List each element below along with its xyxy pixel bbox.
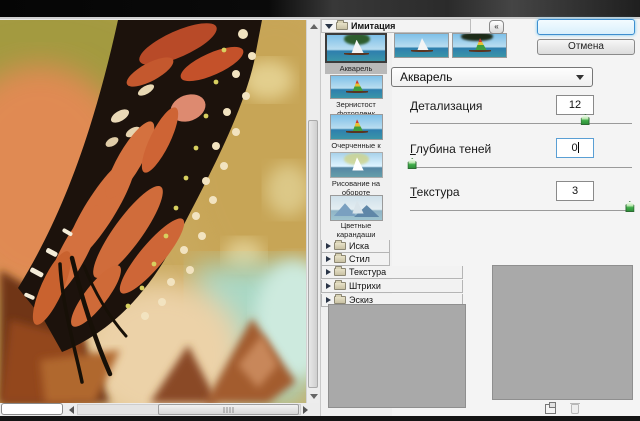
param-value-brush-detail[interactable]: 12 — [556, 95, 594, 115]
scroll-up-arrow-icon[interactable] — [310, 24, 318, 29]
param-label-texture: Текстура — [410, 185, 460, 199]
window-titlebar[interactable] — [0, 0, 640, 19]
folder-icon — [334, 266, 346, 276]
chevron-down-icon — [576, 74, 584, 80]
folder-label: Штрихи — [349, 281, 381, 291]
filter-gallery-dialog: Имитация Акварель Зернистост фотопленк О… — [0, 0, 640, 421]
collapsed-triangle-icon[interactable] — [326, 256, 331, 262]
filter-thumbnail-watercolor[interactable] — [325, 33, 387, 63]
slider-shadow-intensity[interactable] — [407, 158, 632, 169]
collapsed-triangle-icon[interactable] — [326, 243, 331, 249]
folder-icon — [334, 294, 346, 304]
filter-category-header[interactable]: Имитация — [321, 19, 471, 33]
folder-icon — [334, 280, 346, 290]
thumbnail-label: Цветные карандаши — [336, 221, 376, 239]
sailboat-graphic — [352, 200, 364, 214]
scroll-down-arrow-icon[interactable] — [310, 394, 318, 399]
filter-select-value: Акварель — [400, 70, 453, 84]
zoom-percentage-box[interactable] — [1, 403, 63, 415]
sailboat-hull — [410, 49, 434, 52]
vertical-scroll-thumb[interactable] — [308, 120, 318, 388]
filter-select-dropdown[interactable]: Акварель — [391, 67, 593, 87]
filter-thumbnail-3[interactable] — [452, 33, 507, 58]
image-preview[interactable] — [0, 20, 306, 403]
toggle-filter-list-button[interactable]: « — [489, 20, 504, 34]
folder-icon — [334, 253, 346, 263]
thumbnail-art — [460, 34, 493, 41]
filter-thumbnail-poster-edges[interactable] — [330, 114, 383, 140]
folder-label: Стил — [349, 254, 370, 264]
param-value-shadow-intensity[interactable]: 0 — [556, 138, 594, 158]
browser-empty-area — [328, 304, 466, 408]
cancel-button[interactable]: Отмена — [537, 39, 635, 55]
thumbnail-label: Очерченные к — [331, 141, 381, 150]
effect-layers-list[interactable] — [492, 265, 633, 400]
thumbnail-art — [333, 203, 357, 217]
folder-row-stylize[interactable]: Стил — [321, 253, 390, 266]
scroll-right-arrow-icon[interactable] — [303, 406, 308, 414]
slider-brush-detail[interactable] — [410, 114, 632, 125]
folder-icon — [336, 20, 348, 30]
thumbnail-label-selected: Акварель — [325, 63, 387, 74]
sailboat-hull — [344, 52, 369, 55]
bottom-edge — [0, 416, 640, 421]
new-effect-layer-button[interactable] — [545, 402, 556, 414]
collapsed-triangle-icon[interactable] — [326, 283, 331, 289]
folder-label: Иска — [349, 241, 370, 251]
folder-icon — [334, 240, 346, 250]
folder-row-distort[interactable]: Иска — [321, 240, 390, 253]
filter-thumbnail-2[interactable] — [394, 33, 449, 58]
folder-row-brushstrokes[interactable]: Штрихи — [321, 280, 463, 293]
preview-bottom-bar — [0, 403, 319, 416]
scroll-thumb-grip — [223, 407, 234, 413]
slider-texture[interactable] — [410, 201, 635, 212]
delete-effect-layer-button[interactable] — [570, 403, 580, 414]
param-value-texture[interactable]: 3 — [556, 181, 594, 201]
param-label-shadow-intensity: Глубина теней — [410, 142, 492, 156]
expanded-triangle-icon[interactable] — [325, 23, 333, 29]
collapsed-triangle-icon[interactable] — [326, 297, 331, 303]
text-caret — [577, 142, 579, 153]
filter-thumbnail-underpainting[interactable] — [330, 152, 383, 178]
sailboat-hull — [346, 90, 368, 93]
ok-button[interactable] — [537, 19, 635, 35]
butterfly-preview-image — [0, 20, 306, 403]
param-label-brush-detail: Детализация — [410, 99, 483, 113]
filter-thumbnail-film-grain[interactable] — [330, 75, 383, 99]
collapsed-triangle-icon[interactable] — [326, 269, 331, 275]
horizontal-scroll-thumb[interactable] — [158, 404, 299, 415]
folder-label: Текстура — [349, 267, 387, 277]
sailboat-hull — [468, 49, 492, 52]
filter-thumbnail-colored-pencil[interactable] — [330, 195, 383, 221]
scroll-left-arrow-icon[interactable] — [69, 406, 74, 414]
sailboat-hull — [346, 131, 368, 134]
preview-vertical-scrollbar[interactable] — [306, 20, 319, 403]
category-label: Имитация — [351, 21, 396, 31]
sailboat-graphic — [417, 38, 429, 51]
folder-row-texture[interactable]: Текстура — [321, 266, 463, 279]
